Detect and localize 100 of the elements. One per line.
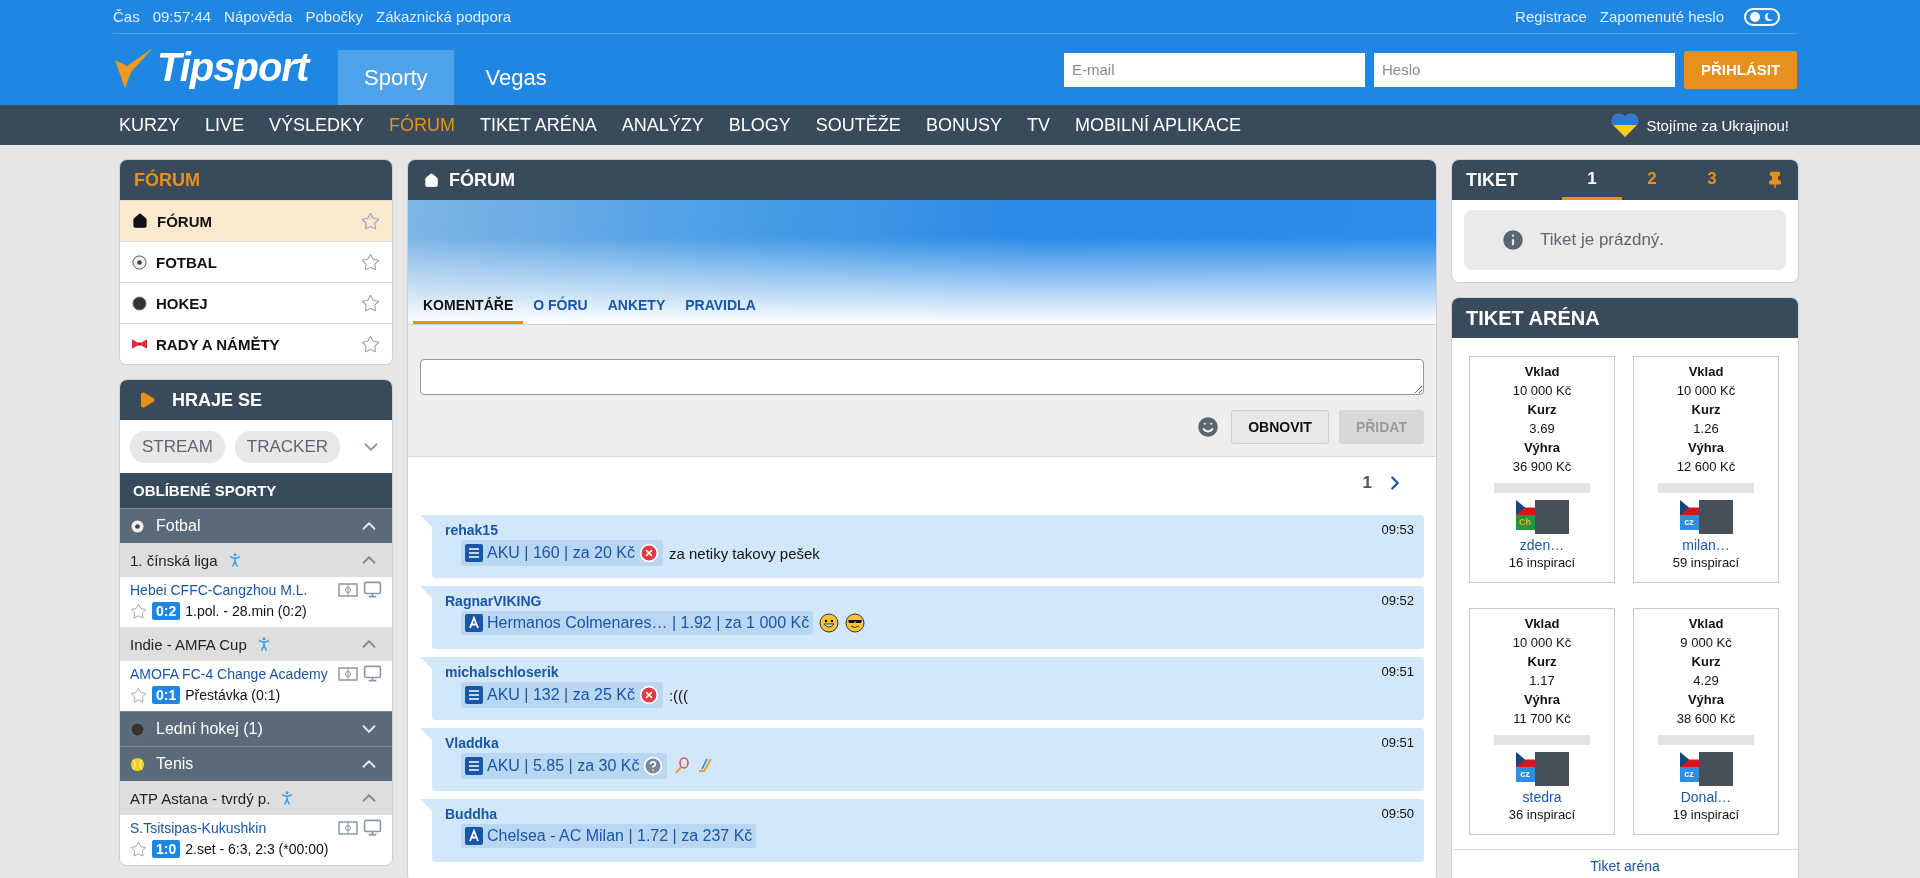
sport-row[interactable]: Fotbal — [120, 508, 392, 543]
comment-author[interactable]: michalschloserik — [445, 664, 559, 680]
nav-link[interactable]: LIVE — [205, 114, 245, 136]
ukraine-link[interactable]: Stojíme za Ukrajinou! — [1646, 116, 1789, 134]
ticket-link[interactable]: Chelsea - AC Milan | 1.72 | za 237 Kč — [461, 824, 757, 848]
forum-menu-item[interactable]: FÓRUM — [120, 200, 392, 241]
forum-menu-item[interactable]: RADY A NÁMĚTY — [120, 323, 392, 364]
stake-value: 10 000 Kč — [1512, 382, 1572, 400]
nav-link[interactable]: TV — [1026, 114, 1050, 136]
user-link[interactable]: Donal… — [1680, 789, 1732, 805]
avatar-placeholder — [1534, 500, 1569, 534]
star-icon[interactable] — [130, 602, 147, 620]
odds-label: Kurz — [1691, 653, 1721, 671]
ticket-tab[interactable]: 3 — [1682, 160, 1742, 200]
panel-title: TIKET — [1466, 169, 1519, 191]
favorites-heading: OBLÍBENÉ SPORTY — [120, 473, 392, 508]
arena-card[interactable]: Vklad 9 000 Kč Kurz 4.29 Výhra 38 600 Kč cz Donal… 19 inspirací — [1633, 608, 1779, 835]
comment-author[interactable]: rehak15 — [445, 522, 498, 538]
nav-link[interactable]: BONUSY — [925, 114, 1002, 136]
sport-name: Tenis — [156, 755, 195, 773]
user-link[interactable]: zden… — [1519, 537, 1565, 553]
menu-label: RADY A NÁMĚTY — [156, 335, 281, 353]
comment-text: :((( — [668, 686, 689, 704]
theme-toggle-icon[interactable] — [1743, 6, 1781, 27]
arena-card[interactable]: Vklad 10 000 Kč Kurz 3.69 Výhra 36 900 Kč Ch zden… 16 inspirací — [1469, 356, 1615, 583]
flag-icon — [1679, 752, 1699, 767]
page-number[interactable]: 1 — [1362, 473, 1372, 493]
star-icon[interactable] — [361, 211, 380, 231]
form-button[interactable]: OBNOVIT — [1231, 410, 1329, 444]
comment-author[interactable]: Vladdka — [445, 735, 499, 751]
nav-link[interactable]: VÝSLEDKY — [269, 114, 365, 136]
score: 0:1 — [152, 686, 181, 704]
field-icon[interactable] — [338, 665, 358, 682]
sport-row[interactable]: Tenis — [120, 746, 392, 781]
field-icon[interactable] — [338, 819, 358, 836]
nav-link[interactable]: MOBILNÍ APLIKACE — [1074, 114, 1241, 136]
arena-link[interactable]: Tiket aréna — [1590, 858, 1660, 878]
forum-tab[interactable]: ANKETY — [597, 297, 676, 324]
star-icon[interactable] — [361, 293, 380, 313]
match-link[interactable]: Hebei CFFC-Cangzhou M.L. — [130, 581, 333, 598]
league-name: Indie - AMFA Cup — [130, 635, 247, 653]
match-link[interactable]: S.Tsitsipas-Kukushkin — [130, 819, 333, 836]
ticket-link[interactable]: Hermanos Colmenares… | 1.92 | za 1 000 Kč — [461, 611, 814, 635]
ticket-link[interactable]: AKU | 160 | za 20 Kč — [461, 540, 663, 566]
nav-link[interactable]: ANALÝZY — [621, 114, 704, 136]
league-row[interactable]: Indie - AMFA Cup — [120, 627, 392, 661]
user-link[interactable]: milan… — [1682, 537, 1730, 553]
list-icon — [465, 757, 483, 775]
arena-card[interactable]: Vklad 10 000 Kč Kurz 1.26 Výhra 12 600 Kč cz milan… 59 inspirací — [1633, 356, 1779, 583]
ticket-link[interactable]: AKU | 132 | za 25 Kč — [461, 682, 663, 708]
nav-link[interactable]: FÓRUM — [389, 114, 456, 136]
comment-author[interactable]: Buddha — [445, 806, 498, 822]
ticket-link[interactable]: AKU | 5.85 | za 30 Kč — [461, 753, 668, 779]
filter-pill[interactable]: STREAM — [130, 430, 225, 463]
arena-card[interactable]: Vklad 10 000 Kč Kurz 1.17 Výhra 11 700 Kč cz stedra 36 inspirací — [1469, 608, 1615, 835]
win-value: 12 600 Kč — [1676, 458, 1736, 476]
nav-link[interactable]: SOUTĚŽE — [815, 114, 901, 136]
forum-tab[interactable]: PRAVIDLA — [675, 297, 766, 324]
flag-icon — [1515, 752, 1535, 767]
odds-value: 1.17 — [1529, 672, 1555, 690]
club-badge: cz — [1679, 767, 1699, 782]
win-label: Výhra — [1523, 439, 1561, 457]
nav-link[interactable]: TIKET ARÉNA — [480, 114, 597, 136]
nav-link[interactable]: BLOGY — [728, 114, 791, 136]
ticket-tab[interactable]: 1 — [1562, 160, 1622, 200]
email-field[interactable]: E-mail — [1064, 52, 1365, 87]
star-icon[interactable] — [361, 252, 380, 272]
comment-time: 09:53 — [1381, 522, 1414, 538]
comment-time: 09:52 — [1381, 593, 1414, 609]
ticket-tab[interactable]: 2 — [1622, 160, 1682, 200]
forum-tab[interactable]: O FÓRU — [523, 297, 598, 324]
odds-label: Kurz — [1527, 401, 1557, 419]
filter-pill[interactable]: TRACKER — [234, 430, 341, 463]
field-icon[interactable] — [338, 581, 358, 598]
stake-label: Vklad — [1688, 615, 1724, 633]
ball-icon — [132, 254, 147, 270]
stake-label: Vklad — [1524, 615, 1560, 633]
league-row[interactable]: 1. čínská liga — [120, 543, 392, 577]
star-icon[interactable] — [361, 334, 380, 354]
logo[interactable]: Tipsport — [157, 45, 309, 90]
section-tab[interactable]: Vegas — [459, 50, 573, 105]
comment-time: 09:51 — [1381, 735, 1414, 751]
sport-row[interactable]: Lední hokej (1) — [120, 711, 392, 746]
info-icon — [1500, 227, 1526, 253]
stream-icon[interactable] — [363, 818, 382, 837]
user-link[interactable]: stedra — [1522, 789, 1562, 805]
stream-icon[interactable] — [363, 664, 382, 683]
match-status: Přestávka (0:1) — [185, 687, 281, 703]
password-field[interactable]: Heslo — [1374, 52, 1675, 87]
comment-field[interactable] — [420, 359, 1424, 395]
panel-title: FÓRUM — [449, 169, 515, 191]
comment-author[interactable]: RagnarVIKING — [445, 593, 542, 609]
stream-icon[interactable] — [363, 580, 382, 599]
ball-icon — [130, 518, 145, 534]
league-row[interactable]: ATP Astana - tvrdý p. — [120, 781, 392, 815]
nav-link[interactable]: KURZY — [119, 114, 180, 136]
pin-icon[interactable] — [1766, 171, 1784, 189]
star-icon[interactable] — [130, 840, 147, 858]
star-icon[interactable] — [130, 686, 147, 704]
match-link[interactable]: AMOFA FC-4 Change Academy — [130, 665, 333, 682]
